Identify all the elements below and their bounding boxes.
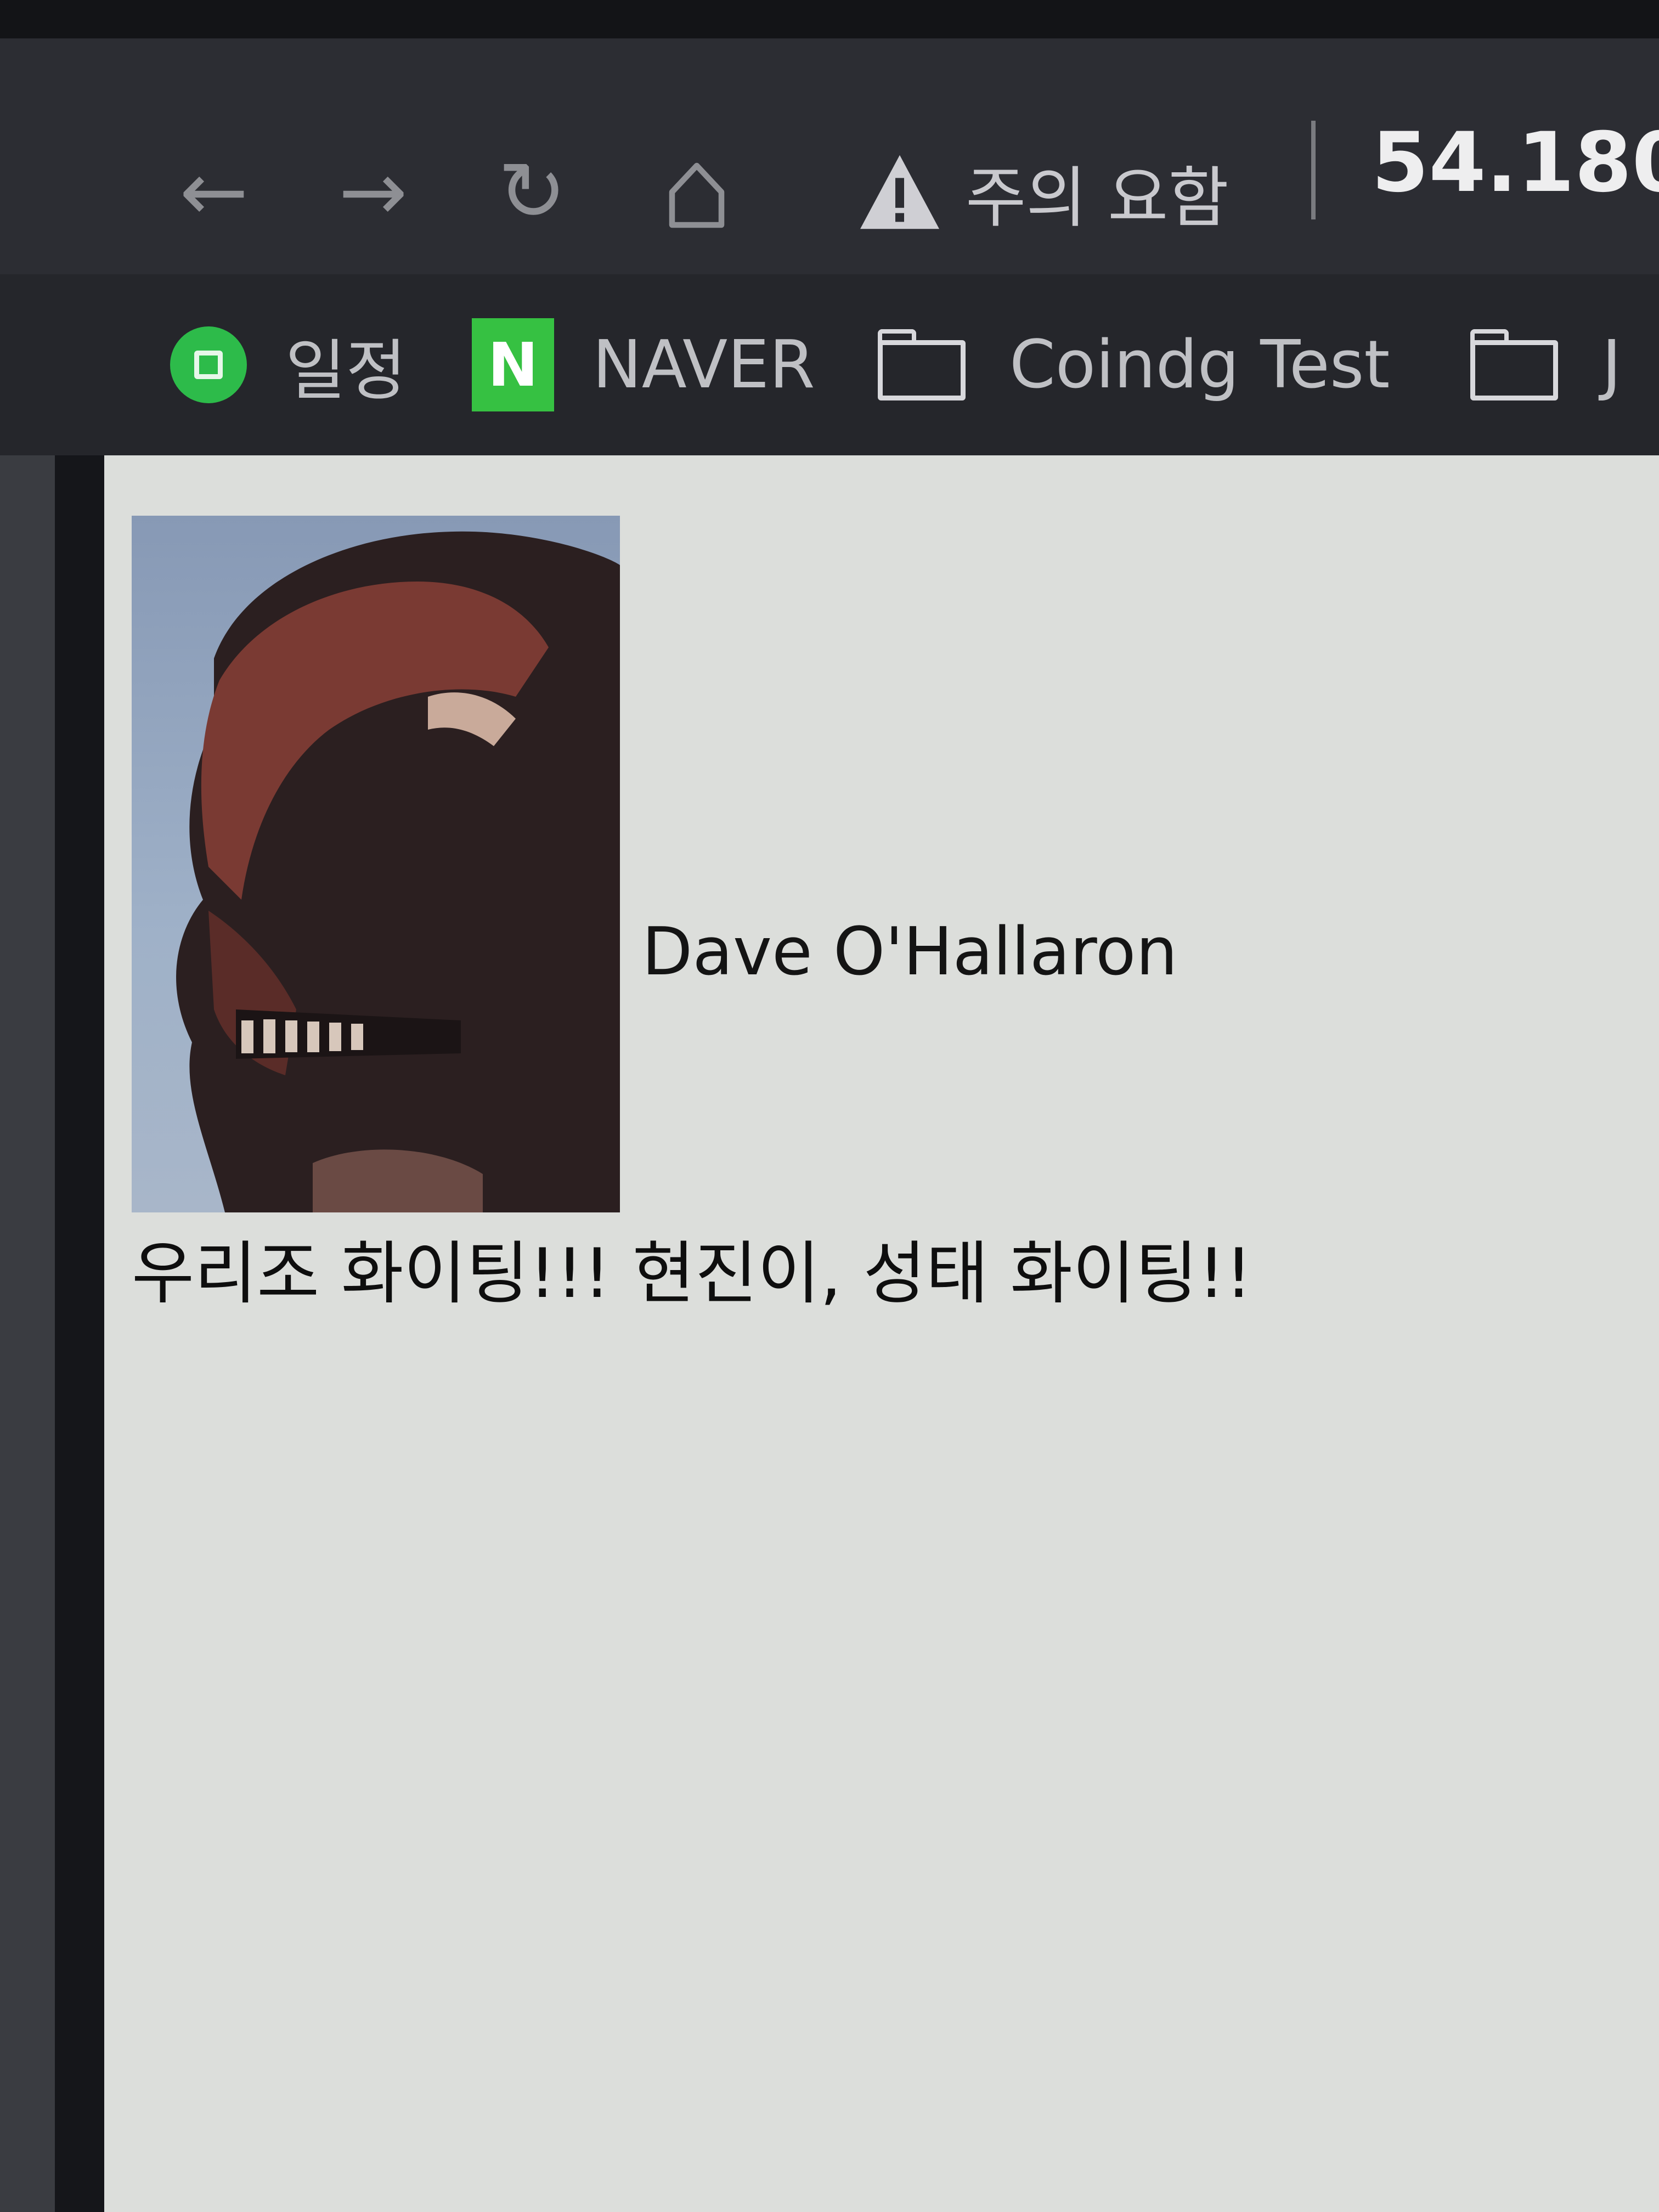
reload-icon[interactable]: ↻ xyxy=(488,148,576,236)
bookmark-calendar[interactable]: 일정 xyxy=(170,318,407,411)
page-content: Dave O'Hallaron 우리조 화이팅!!! 현진이, 성태 화이팅!! xyxy=(132,516,1252,1317)
bookmark-naver[interactable]: N NAVER xyxy=(472,318,815,411)
back-arrow-icon[interactable]: ← xyxy=(170,148,258,236)
bookmark-label: Coindg Test xyxy=(1009,326,1390,403)
profile-row: Dave O'Hallaron xyxy=(132,516,1252,1212)
calendar-icon xyxy=(170,326,247,403)
profile-name: Dave O'Hallaron xyxy=(642,913,1178,990)
folder-icon xyxy=(1470,329,1558,400)
bookmark-folder-j[interactable]: J xyxy=(1470,318,1621,411)
url-separator xyxy=(1311,121,1316,219)
naver-icon: N xyxy=(472,318,554,411)
forward-arrow-icon[interactable]: → xyxy=(329,148,417,236)
screen: ← → ↻ 주의 요함 54.180. 일정 N NAVER xyxy=(0,0,1659,2212)
window-border xyxy=(55,455,104,2212)
bookmark-label: 일정 xyxy=(285,333,407,409)
security-warning[interactable]: 주의 요함 xyxy=(856,145,1229,239)
home-icon[interactable] xyxy=(653,148,741,236)
address-bar-url[interactable]: 54.180. xyxy=(1372,115,1659,211)
page-viewport: Dave O'Hallaron 우리조 화이팅!!! 현진이, 성태 화이팅!! xyxy=(104,455,1659,2212)
browser-toolbar: ← → ↻ 주의 요함 54.180. xyxy=(0,38,1659,274)
security-warning-label: 주의 요함 xyxy=(966,160,1229,236)
bookmarks-bar: 일정 N NAVER Coindg Test J xyxy=(0,274,1659,455)
bookmark-folder-coindg-test[interactable]: Coindg Test xyxy=(878,318,1390,411)
cheer-message: 우리조 화이팅!!! 현진이, 성태 화이팅!! xyxy=(132,1234,1252,1313)
bookmark-label: J xyxy=(1602,326,1622,403)
warning-triangle-icon xyxy=(860,155,939,229)
bookmark-label: NAVER xyxy=(592,326,815,403)
window-top-bezel xyxy=(0,0,1659,38)
folder-icon xyxy=(878,329,966,400)
profile-photo xyxy=(132,516,620,1212)
